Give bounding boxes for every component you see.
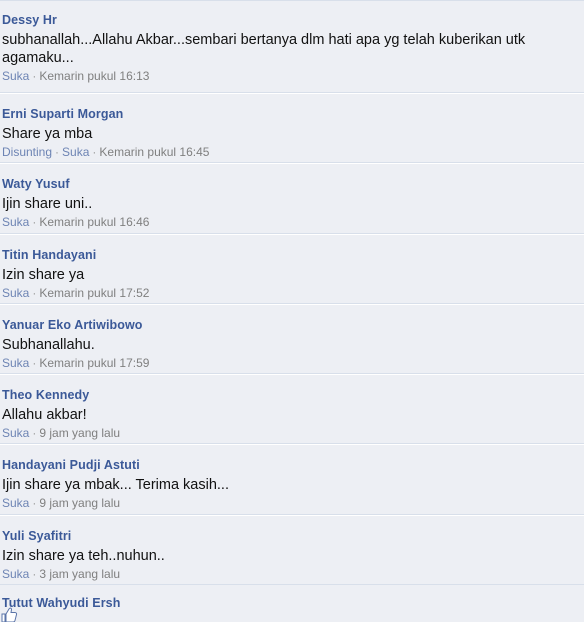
comment-author[interactable]: Titin Handayani: [2, 248, 584, 263]
like-link[interactable]: Suka: [2, 496, 29, 510]
like-link[interactable]: Suka: [2, 356, 29, 370]
comment-author[interactable]: Handayani Pudji Astuti: [2, 458, 584, 473]
separator-dot: ·: [32, 426, 37, 441]
comment-author[interactable]: Tutut Wahyudi Ersh: [2, 596, 584, 611]
separator-dot: ·: [32, 566, 37, 581]
comment-meta: Suka · Kemarin pukul 17:59: [2, 355, 584, 371]
separator-dot: ·: [32, 215, 37, 230]
like-link[interactable]: Suka: [2, 69, 29, 83]
comment-text: Izin share ya teh..nuhun..: [2, 547, 165, 564]
edited-link[interactable]: Disunting: [2, 145, 52, 159]
comment-timestamp[interactable]: 9 jam yang lalu: [39, 496, 120, 510]
separator-dot: ·: [55, 145, 60, 159]
comment-text: Share ya mba: [2, 126, 93, 142]
separator-dot: ·: [32, 69, 37, 83]
comment-text: Ijin share ya mbak... Terima kasih...: [2, 477, 229, 494]
comment-author[interactable]: Yanuar Eko Artiwibowo: [2, 318, 584, 333]
comment-item: Theo Kennedy Allahu akbar! Suka · 9 jam ya…: [0, 374, 584, 445]
comment-timestamp[interactable]: Kemarin pukul 16:45: [99, 145, 209, 159]
like-link[interactable]: Suka: [2, 286, 29, 300]
comment-item: Tutut Wahyudi Ersh: [0, 585, 584, 611]
comment-item: Titin Handayani Izin share ya Suka · Kemar…: [0, 233, 584, 304]
separator-dot: ·: [92, 145, 97, 159]
comment-author[interactable]: Waty Yusuf: [2, 177, 584, 192]
comment-text: Ijin share uni..: [2, 196, 93, 213]
comment-timestamp[interactable]: Kemarin pukul 17:59: [39, 356, 149, 370]
comment-meta: Suka · 9 jam yang lalu: [2, 425, 584, 441]
comment-item: Yuli Syafitri Izin share ya teh..nuhun..…: [0, 514, 584, 586]
comment-item: Dessy Hr subhanallah...Allahu Akbar...se…: [0, 1, 584, 93]
comment-item: Yanuar Eko Artiwibowo Subhanallahu. Suka…: [0, 303, 584, 375]
comment-timestamp[interactable]: Kemarin pukul 16:13: [39, 69, 149, 83]
comment-timestamp[interactable]: 3 jam yang lalu: [39, 567, 120, 581]
comment-author[interactable]: Dessy Hr: [2, 13, 584, 28]
comment-text: Subhanallahu.: [2, 336, 95, 353]
comment-author[interactable]: Erni Suparti Morgan: [2, 107, 584, 122]
comment-text: Izin share ya: [2, 266, 85, 283]
comment-timestamp[interactable]: Kemarin pukul 17:52: [39, 286, 149, 300]
comment-meta: Suka · 3 jam yang lalu: [2, 566, 584, 582]
comment-list: Dessy Hr subhanallah...Allahu Akbar...se…: [0, 0, 584, 622]
comment-text: subhanallah...Allahu Akbar...sembari ber…: [2, 32, 526, 66]
like-link[interactable]: Suka: [2, 215, 29, 229]
like-link[interactable]: Suka: [2, 567, 29, 581]
comment-meta: Suka · Kemarin pukul 16:46: [2, 214, 584, 230]
separator-dot: ·: [32, 285, 37, 300]
comment-timestamp[interactable]: 9 jam yang lalu: [39, 426, 120, 440]
like-link[interactable]: Suka: [2, 426, 29, 440]
comment-timestamp[interactable]: Kemarin pukul 16:46: [39, 215, 149, 229]
comment-meta: Suka · Kemarin pukul 17:52: [2, 285, 584, 301]
comment-author[interactable]: Yuli Syafitri: [2, 529, 584, 544]
separator-dot: ·: [32, 496, 37, 511]
comment-meta: Suka · Kemarin pukul 16:13: [2, 68, 584, 84]
comment-meta: Disunting · Suka · Kemarin pukul 16:45: [2, 144, 584, 160]
comment-text: Allahu akbar!: [2, 407, 87, 424]
thumbs-up-icon[interactable]: [0, 605, 18, 622]
comment-author[interactable]: Theo Kennedy: [2, 388, 584, 403]
separator-dot: ·: [32, 355, 37, 370]
comment-item: Handayani Pudji Astuti Ijin share ya mba…: [0, 444, 584, 515]
comment-item: Erni Suparti Morgan Share ya mba Disunti…: [0, 93, 584, 164]
comment-meta: Suka · 9 jam yang lalu: [2, 495, 584, 511]
comment-item: Waty Yusuf Ijin share uni.. Suka · Kemarin…: [0, 163, 584, 234]
like-link[interactable]: Suka: [62, 145, 89, 159]
